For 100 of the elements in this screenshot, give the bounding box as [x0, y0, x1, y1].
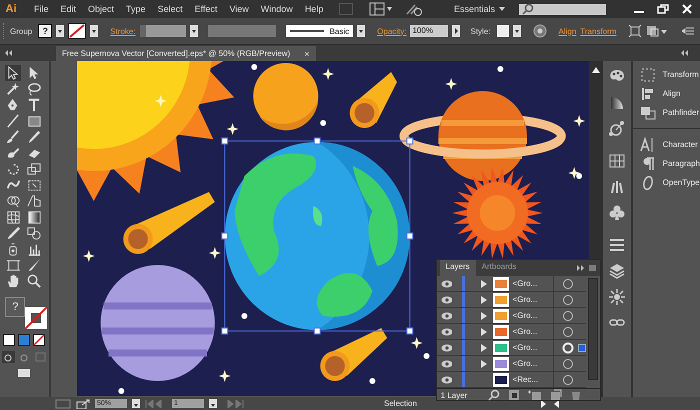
panel-tab[interactable]: Layers — [440, 260, 476, 276]
menu-item[interactable]: Select — [152, 4, 189, 14]
close-tab-button[interactable]: × — [304, 48, 310, 58]
sync-gauge-icon[interactable] — [405, 2, 424, 16]
layer-row[interactable]: <Gro... — [436, 308, 586, 324]
eye-icon[interactable] — [440, 328, 452, 336]
search-field[interactable] — [519, 4, 606, 14]
expand-arrow-icon[interactable] — [481, 328, 487, 336]
panel-tab[interactable]: Artboards — [476, 260, 522, 276]
target-circle-icon[interactable] — [562, 326, 574, 338]
arrange-menu-icon[interactable] — [646, 24, 668, 38]
fill-swatch[interactable]: ? — [5, 297, 26, 317]
menu-item[interactable]: Object — [82, 4, 120, 14]
panel-button[interactable]: Align — [632, 84, 700, 103]
eyedropper-icon[interactable] — [5, 225, 22, 241]
opacity-label[interactable]: Opacity: — [377, 26, 406, 36]
eye-icon[interactable] — [440, 360, 452, 368]
scrollbar[interactable] — [588, 278, 598, 380]
panel-button[interactable]: Transform — [632, 65, 700, 84]
eye-icon[interactable] — [440, 280, 452, 288]
recolor-wheel-icon[interactable] — [532, 24, 546, 38]
target-circle-icon[interactable] — [562, 294, 574, 306]
arrange-documents-icon[interactable] — [369, 2, 394, 16]
panel-menu-icon[interactable] — [576, 264, 596, 272]
expand-arrow-icon[interactable] — [481, 312, 487, 320]
menu-item[interactable]: View — [223, 4, 255, 14]
line-segment-icon[interactable] — [5, 113, 22, 129]
perspective-grid-icon[interactable] — [26, 193, 42, 209]
restore-icon[interactable] — [656, 4, 670, 14]
target-circle-icon[interactable] — [562, 374, 574, 386]
color-mode-swatch[interactable] — [3, 334, 16, 346]
panel-button[interactable]: Character — [632, 135, 700, 154]
artboard-navigator-icon[interactable] — [55, 398, 71, 408]
menu-item[interactable]: Edit — [54, 4, 82, 14]
close-icon[interactable] — [680, 4, 694, 14]
scale-icon[interactable] — [26, 161, 42, 177]
lasso-icon[interactable] — [26, 81, 42, 97]
pencil-icon[interactable] — [26, 129, 42, 145]
layer-row[interactable]: <Gro... — [436, 340, 586, 356]
expand-arrow-icon[interactable] — [481, 280, 487, 288]
layer-row[interactable]: <Gro... — [436, 356, 586, 372]
expand-arrow-icon[interactable] — [481, 344, 487, 352]
stroke-profile-dropdown[interactable]: Basic — [286, 25, 354, 37]
opacity-field[interactable]: 100% — [410, 25, 448, 37]
eye-icon[interactable] — [440, 296, 452, 304]
stroke-weight-field[interactable] — [140, 25, 186, 37]
fill-swatch[interactable]: ? — [38, 24, 52, 38]
app-logo[interactable]: Ai — [0, 3, 22, 15]
draw-normal-icon[interactable] — [2, 351, 15, 363]
panel-button[interactable]: OpenType — [632, 173, 700, 192]
no-stroke-swatch[interactable] — [68, 23, 86, 39]
variable-width-field[interactable] — [208, 25, 276, 37]
paintbrush-icon[interactable] — [5, 129, 22, 145]
new-sublayer-icon[interactable] — [528, 389, 542, 401]
transform-link[interactable]: Transform — [580, 26, 616, 36]
menu-item[interactable]: Window — [254, 4, 299, 14]
panel-button[interactable]: Pathfinder — [632, 103, 700, 122]
export-icon[interactable] — [76, 398, 90, 408]
panel-button[interactable]: Paragraph — [632, 154, 700, 173]
clipping-mask-icon[interactable] — [508, 389, 520, 401]
search-icon[interactable] — [488, 389, 500, 401]
target-circle-icon[interactable] — [562, 310, 574, 322]
status-arrows-icon[interactable] — [539, 400, 561, 408]
menu-item[interactable]: Help — [298, 4, 330, 14]
stroke-label[interactable]: Stroke: — [110, 26, 136, 36]
club-symbol-icon[interactable] — [606, 203, 627, 223]
no-stroke-swatch[interactable] — [25, 307, 48, 329]
expand-arrow-icon[interactable] — [481, 296, 487, 304]
menu-item[interactable]: File — [28, 4, 55, 14]
none-mode-swatch[interactable] — [33, 334, 46, 346]
share-nodes-icon[interactable] — [606, 119, 627, 139]
menu-item[interactable]: Effect — [188, 4, 224, 14]
mesh-icon[interactable] — [5, 209, 22, 225]
caret-icon[interactable] — [499, 7, 505, 11]
eye-icon[interactable] — [440, 376, 452, 384]
rotate-icon[interactable] — [5, 161, 22, 177]
blend-icon[interactable] — [26, 225, 42, 241]
isolate-icon[interactable] — [628, 24, 642, 38]
eye-icon[interactable] — [440, 312, 452, 320]
graphic-style-swatch[interactable] — [496, 25, 508, 37]
target-circle-icon[interactable] — [562, 358, 574, 370]
collapse-arrow-icon[interactable] — [592, 67, 600, 73]
gradient-icon[interactable] — [26, 209, 42, 225]
new-layer-icon[interactable] — [550, 389, 562, 401]
zoom-icon[interactable] — [26, 273, 42, 289]
layer-row[interactable]: <Gro... — [436, 276, 586, 292]
eye-icon[interactable] — [440, 344, 452, 352]
expand-arrow-icon[interactable] — [481, 360, 487, 368]
layer-row[interactable]: <Gro... — [436, 324, 586, 340]
gradient-mode-swatch[interactable] — [18, 334, 30, 346]
document-tab[interactable]: Free Supernova Vector [Converted].eps* @ 50% (RGB/Preview) × — [56, 46, 316, 61]
sun-burst-icon[interactable] — [606, 287, 627, 307]
layer-row[interactable]: <Rec... — [436, 372, 586, 388]
screen-mode-icon[interactable] — [17, 368, 32, 378]
align-link[interactable]: Align — [558, 26, 576, 36]
target-circle-icon[interactable] — [562, 278, 574, 290]
menu-item[interactable]: Type — [120, 4, 152, 14]
layer-row[interactable]: <Gro... — [436, 292, 586, 308]
panel-menu-icon[interactable] — [682, 26, 694, 36]
workspace-switcher[interactable]: Essentials — [454, 4, 495, 14]
